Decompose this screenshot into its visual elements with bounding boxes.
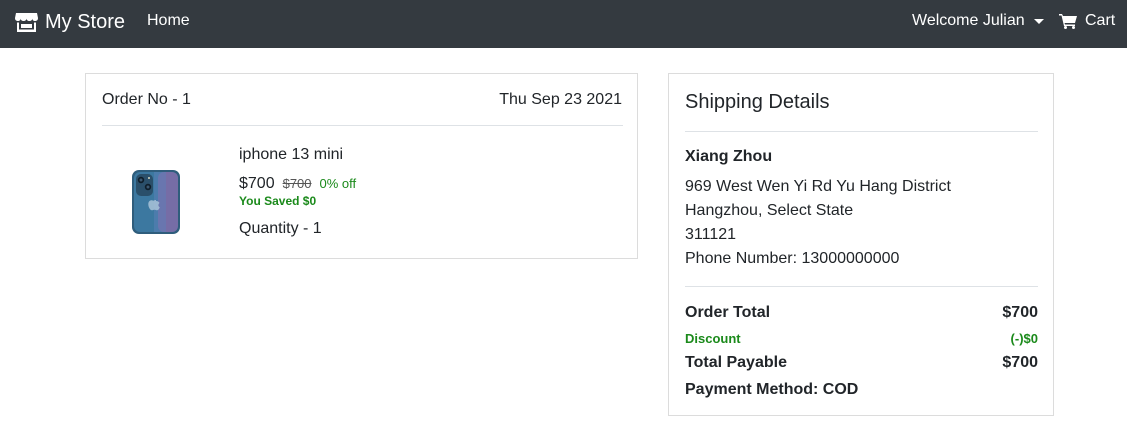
cart-link[interactable]: Cart bbox=[1059, 12, 1115, 30]
order-header: Order No - 1 Thu Sep 23 2021 bbox=[102, 91, 622, 109]
user-menu-dropdown[interactable]: Welcome Julian bbox=[912, 12, 1044, 30]
recipient-name: Xiang Zhou bbox=[685, 148, 773, 165]
payment-method: Payment Method: COD bbox=[685, 381, 859, 398]
store-icon bbox=[15, 12, 38, 32]
brand-name: My Store bbox=[45, 10, 126, 33]
address-line-2: Hangzhou, Select State bbox=[685, 202, 854, 219]
saved-amount: You Saved $0 bbox=[239, 194, 317, 208]
order-total-label: Order Total bbox=[685, 304, 771, 321]
order-number: Order No - 1 bbox=[102, 91, 191, 108]
phone-image[interactable] bbox=[130, 168, 182, 236]
quantity-label: Quantity - 1 bbox=[239, 220, 322, 237]
brand-link[interactable]: My Store bbox=[15, 9, 125, 35]
cart-icon bbox=[1059, 13, 1077, 29]
order-date: Thu Sep 23 2021 bbox=[499, 91, 622, 108]
total-payable-row: Total Payable $700 bbox=[685, 354, 1038, 372]
discount-value: (-)$0 bbox=[1010, 331, 1038, 346]
original-price: $700 bbox=[282, 176, 312, 191]
divider bbox=[685, 131, 1038, 132]
welcome-label: Welcome Julian bbox=[912, 12, 1025, 29]
divider bbox=[102, 125, 623, 126]
chevron-down-icon bbox=[1033, 19, 1044, 24]
address-line-1: 969 West Wen Yi Rd Yu Hang District bbox=[685, 178, 951, 195]
total-payable-label: Total Payable bbox=[685, 354, 787, 371]
nav-home-link[interactable]: Home bbox=[147, 12, 190, 30]
order-total-row: Order Total $700 bbox=[685, 304, 1038, 322]
order-total-value: $700 bbox=[1002, 304, 1038, 321]
order-card: Order No - 1 Thu Sep 23 2021 iphone 13 m… bbox=[85, 73, 638, 259]
discount-row: Discount (-)$0 bbox=[685, 331, 1038, 346]
shipping-title: Shipping Details bbox=[685, 91, 830, 113]
top-navbar: My Store Home Welcome Julian Cart bbox=[0, 0, 1127, 48]
cart-label: Cart bbox=[1085, 12, 1116, 29]
price-row: $700 $700 0% off bbox=[239, 175, 356, 193]
product-price: $700 bbox=[239, 175, 275, 192]
discount-label: Discount bbox=[685, 331, 741, 346]
discount-percent: 0% off bbox=[319, 176, 357, 191]
divider bbox=[685, 286, 1038, 287]
phone-number: Phone Number: 13000000000 bbox=[685, 250, 900, 267]
total-payable-value: $700 bbox=[1002, 354, 1038, 371]
shipping-card: Shipping Details Xiang Zhou 969 West Wen… bbox=[668, 73, 1054, 416]
product-name[interactable]: iphone 13 mini bbox=[239, 146, 343, 164]
postal-code: 311121 bbox=[685, 226, 737, 243]
